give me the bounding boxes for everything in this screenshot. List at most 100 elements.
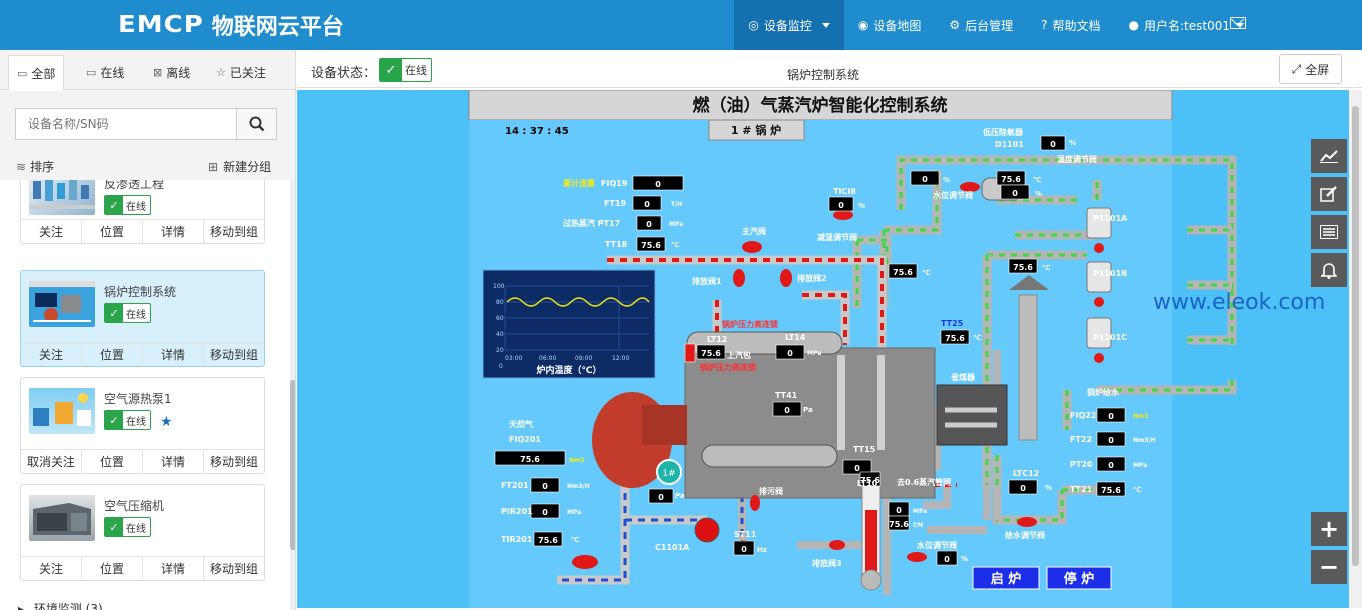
page-title: 锅炉控制系统 bbox=[787, 68, 860, 82]
start-button[interactable]: 启 炉 bbox=[972, 566, 1040, 590]
tab-online[interactable]: ▭ 在线 bbox=[78, 55, 132, 90]
status-badge: ✓ 在线 bbox=[104, 410, 151, 430]
device-thumbnail-image bbox=[29, 180, 95, 209]
svg-text:TT21: TT21 bbox=[1070, 485, 1093, 494]
search-input[interactable] bbox=[16, 109, 236, 139]
device-card[interactable]: 空气源热泵1 ✓ 在线 ★ 取消关注 位置 详情 移动到组 bbox=[20, 377, 265, 474]
svg-text:上汽包: 上汽包 bbox=[727, 350, 751, 360]
status-badge: ✓ 在线 bbox=[104, 303, 151, 323]
svg-text:排放阀3: 排放阀3 bbox=[812, 558, 842, 568]
svg-text:0: 0 bbox=[644, 200, 650, 209]
device-status-bar: 设备状态： ✓ 在线 锅炉控制系统 ⤢ 全屏 bbox=[297, 50, 1362, 88]
move-to-group-button[interactable]: 移动到组 bbox=[204, 343, 264, 366]
svg-text:0: 0 bbox=[854, 464, 860, 473]
unfollow-button[interactable]: 取消关注 bbox=[21, 450, 82, 473]
zoom-out-button[interactable]: − bbox=[1311, 550, 1347, 584]
details-button[interactable]: 详情 bbox=[143, 450, 204, 473]
fullscreen-button[interactable]: ⤢ 全屏 bbox=[1279, 54, 1342, 84]
tab-label: 全部 bbox=[31, 66, 56, 81]
device-card[interactable]: 锅炉控制系统 ✓ 在线 关注 位置 详情 移动到组 bbox=[20, 270, 265, 367]
svg-text:FIQ22: FIQ22 bbox=[1070, 411, 1096, 420]
list-button[interactable] bbox=[1311, 215, 1347, 249]
svg-text:MPa: MPa bbox=[1133, 462, 1147, 469]
nav-device-monitor[interactable]: ◎ 设备监控 bbox=[734, 0, 844, 50]
device-actions: 关注 位置 详情 移动到组 bbox=[21, 219, 264, 243]
tab-label: 在线 bbox=[100, 66, 125, 80]
status-text: 在线 bbox=[126, 523, 146, 535]
svg-text:ST11: ST11 bbox=[734, 530, 757, 539]
svg-text:%: % bbox=[1069, 139, 1076, 147]
svg-text:省煤器: 省煤器 bbox=[950, 372, 976, 382]
details-button[interactable]: 详情 bbox=[143, 343, 204, 366]
clock-text: 14 : 37 : 45 bbox=[505, 126, 569, 137]
scrollbar-thumb[interactable] bbox=[290, 380, 295, 550]
svg-text:Nm3: Nm3 bbox=[569, 457, 584, 464]
svg-text:0: 0 bbox=[1050, 140, 1056, 149]
status-badge: ✓ 在线 bbox=[104, 195, 151, 215]
sort-button[interactable]: ≋ 排序 bbox=[16, 158, 54, 175]
svg-text:75.6: 75.6 bbox=[1013, 263, 1033, 272]
move-to-group-button[interactable]: 移动到组 bbox=[204, 220, 264, 243]
status-text: 在线 bbox=[126, 201, 146, 213]
svg-text:给水调节阀: 给水调节阀 bbox=[1005, 530, 1045, 540]
details-button[interactable]: 详情 bbox=[143, 557, 204, 580]
trend-chart-button[interactable] bbox=[1311, 139, 1347, 173]
location-button[interactable]: 位置 bbox=[82, 343, 143, 366]
svg-text:MPa: MPa bbox=[669, 221, 683, 228]
line-chart-icon bbox=[1320, 150, 1338, 163]
device-thumbnail-image bbox=[33, 503, 91, 535]
device-card[interactable]: 反渗透工程 ✓ 在线 关注 位置 详情 移动到组 bbox=[20, 180, 265, 244]
location-button[interactable]: 位置 bbox=[82, 557, 143, 580]
svg-text:MPa: MPa bbox=[807, 350, 821, 357]
svg-text:Nm3: Nm3 bbox=[1133, 413, 1148, 420]
search-button[interactable] bbox=[236, 109, 276, 139]
mail-icon[interactable] bbox=[1230, 17, 1246, 29]
globe-icon: ◉ bbox=[857, 18, 869, 32]
tab-label: 已关注 bbox=[229, 66, 266, 80]
follow-button[interactable]: 关注 bbox=[21, 220, 82, 243]
tab-offline[interactable]: ⊠ 离线 bbox=[145, 55, 198, 90]
logo[interactable]: EMCP 物联网云平台 bbox=[118, 8, 344, 42]
group-row-environment[interactable]: ▸ 环境监测 (3) bbox=[18, 600, 103, 610]
device-search bbox=[15, 108, 277, 140]
zoom-in-button[interactable]: + bbox=[1311, 512, 1347, 546]
nav-help[interactable]: ? 帮助文档 bbox=[1027, 0, 1114, 50]
svg-text:75.6: 75.6 bbox=[520, 455, 540, 464]
nav-device-map[interactable]: ◉ 设备地图 bbox=[844, 0, 936, 50]
svg-text:0: 0 bbox=[1108, 412, 1114, 421]
tab-followed[interactable]: ☆ 已关注 bbox=[208, 55, 274, 90]
sort-label: 排序 bbox=[30, 160, 55, 174]
folder-plus-icon: ⊞ bbox=[208, 159, 219, 174]
svg-text:06:00: 06:00 bbox=[539, 355, 556, 362]
device-actions: 取消关注 位置 详情 移动到组 bbox=[21, 449, 264, 473]
device-card[interactable]: 空气压缩机 ✓ 在线 关注 位置 详情 移动到组 bbox=[20, 484, 265, 581]
svg-text:75.6: 75.6 bbox=[889, 520, 909, 529]
location-button[interactable]: 位置 bbox=[82, 220, 143, 243]
new-group-button[interactable]: ⊞ 新建分组 bbox=[208, 158, 271, 175]
svg-text:%: % bbox=[961, 555, 968, 563]
details-button[interactable]: 详情 bbox=[143, 220, 204, 243]
follow-button[interactable]: 关注 bbox=[21, 557, 82, 580]
svg-text:排放阀1: 排放阀1 bbox=[692, 276, 722, 286]
nav-admin[interactable]: ⚙ 后台管理 bbox=[935, 0, 1027, 50]
sidebar-scrollbar[interactable] bbox=[290, 180, 295, 610]
location-button[interactable]: 位置 bbox=[82, 450, 143, 473]
stop-button[interactable]: 停 炉 bbox=[1046, 566, 1112, 590]
alarm-button[interactable] bbox=[1311, 253, 1347, 287]
tab-all[interactable]: ▭ 全部 bbox=[8, 55, 65, 91]
scrollbar-thumb[interactable] bbox=[1352, 106, 1359, 566]
svg-text:0: 0 bbox=[787, 349, 793, 358]
main-panel: 设备状态： ✓ 在线 锅炉控制系统 ⤢ 全屏 燃（油）气蒸汽炉智能化控制系统 1… bbox=[297, 50, 1362, 610]
svg-text:0: 0 bbox=[741, 545, 747, 554]
svg-text:C1101A: C1101A bbox=[655, 543, 690, 552]
svg-text:T/H: T/H bbox=[671, 201, 682, 208]
logo-title: 物联网云平台 bbox=[211, 15, 344, 40]
follow-button[interactable]: 关注 bbox=[21, 343, 82, 366]
chevron-down-icon[interactable] bbox=[821, 22, 830, 28]
move-to-group-button[interactable]: 移动到组 bbox=[204, 450, 264, 473]
edit-button[interactable] bbox=[1311, 177, 1347, 211]
move-to-group-button[interactable]: 移动到组 bbox=[204, 557, 264, 580]
canvas-scrollbar[interactable] bbox=[1349, 90, 1362, 608]
svg-text:PIR201: PIR201 bbox=[501, 507, 533, 516]
svg-text:75.6: 75.6 bbox=[641, 241, 661, 250]
